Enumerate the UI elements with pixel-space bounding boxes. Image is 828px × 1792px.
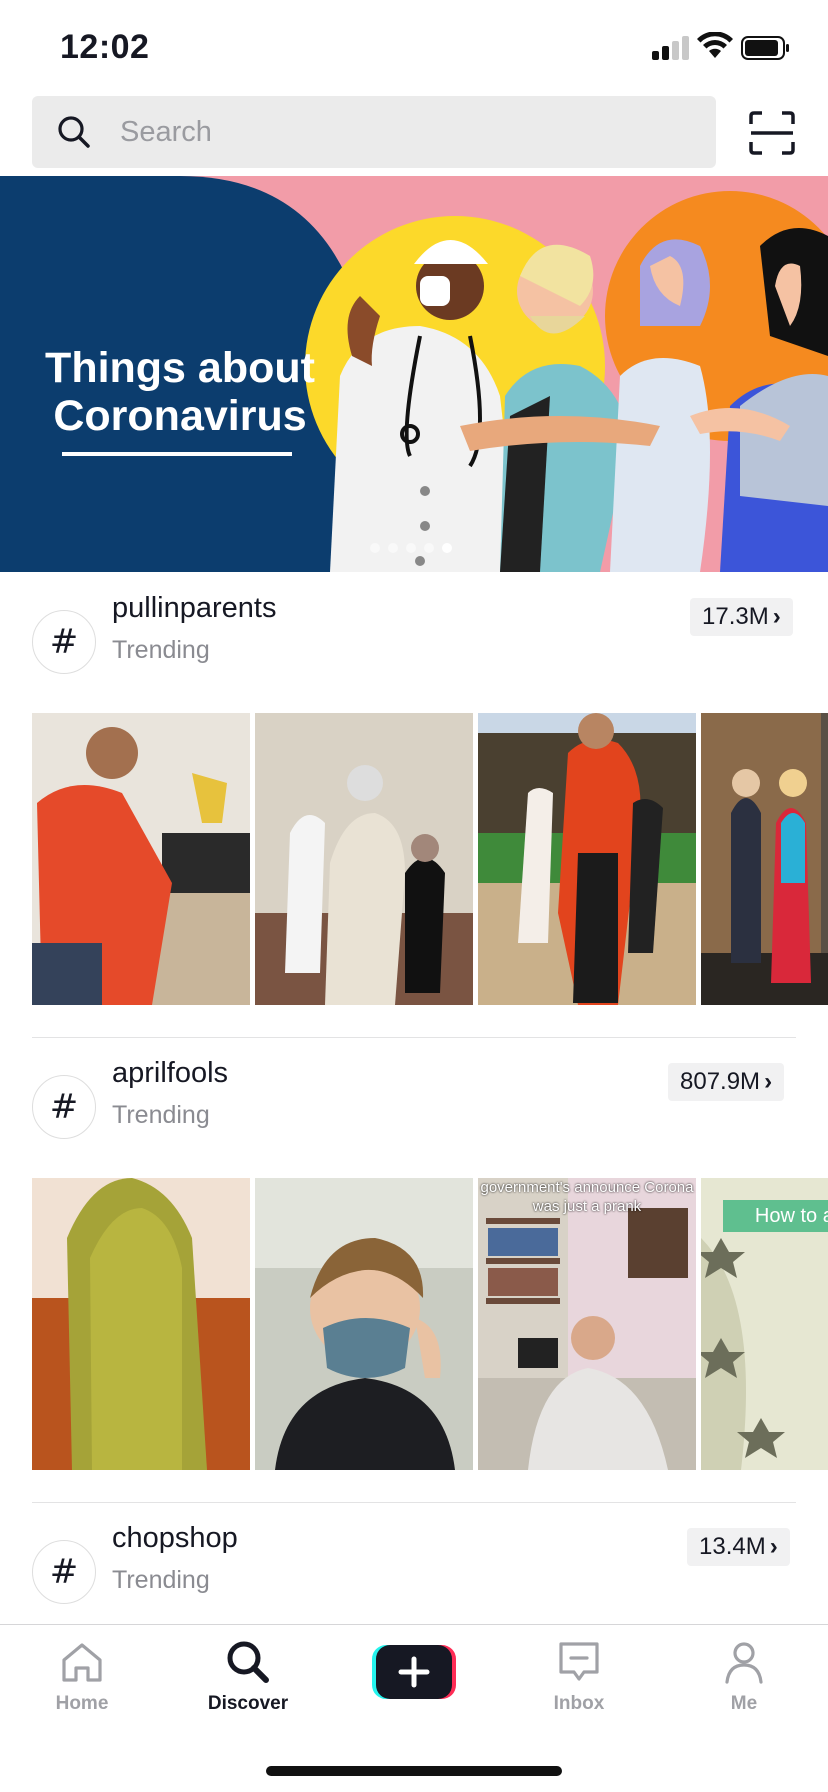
video-thumbnail[interactable] — [701, 713, 828, 1005]
video-thumbnail-image — [32, 1178, 250, 1470]
video-thumbnail-image — [478, 1178, 696, 1470]
video-thumbnail-image — [701, 713, 828, 1005]
hashtag-subtitle: Trending — [112, 636, 210, 664]
video-thumbnail-image — [32, 713, 250, 1005]
video-thumbnail-image — [478, 713, 696, 1005]
video-thumbnail[interactable]: government's announce Corona was just a … — [478, 1178, 696, 1470]
hashtag-name: pullinparents — [112, 592, 277, 624]
banner-title-line1: Things about — [45, 344, 315, 392]
view-count: 13.4M — [699, 1533, 766, 1560]
pagination-dot — [370, 543, 380, 553]
thumbnail-caption: government's announce Corona was just a … — [480, 1179, 694, 1215]
tab-me[interactable]: Me — [684, 1639, 804, 1729]
hashtag-header-chopshop[interactable]: # chopshop Trending 13.4M › — [0, 1504, 828, 1604]
hashtag-icon: # — [32, 610, 96, 674]
hashtag-icon: # — [32, 1540, 96, 1604]
video-thumbnail[interactable] — [255, 1178, 473, 1470]
tab-label: Home — [55, 1693, 109, 1714]
view-count-badge[interactable]: 807.9M › — [668, 1063, 785, 1101]
view-count-badge[interactable]: 17.3M › — [690, 598, 793, 636]
video-thumbnail[interactable] — [32, 1178, 250, 1470]
profile-icon — [725, 1642, 763, 1684]
view-count-badge[interactable]: 13.4M › — [687, 1528, 790, 1566]
banner-title: Things about Coronavirus — [30, 344, 330, 440]
video-thumbnail-image — [255, 1178, 473, 1470]
video-thumbnails-row — [32, 713, 828, 1005]
pagination-dot — [406, 543, 416, 553]
banner-pagination — [370, 543, 452, 555]
hashtag-name: aprilfools — [112, 1057, 229, 1089]
battery-icon — [741, 36, 789, 60]
hashtag-subtitle: Trending — [112, 1101, 210, 1129]
chevron-right-icon: › — [769, 1533, 778, 1560]
hashtag-subtitle: Trending — [112, 1566, 210, 1594]
home-indicator — [266, 1766, 562, 1776]
tab-label: Me — [730, 1693, 758, 1714]
status-bar: 12:02 — [0, 0, 828, 96]
home-icon — [62, 1643, 102, 1682]
chevron-right-icon: › — [764, 1068, 773, 1095]
hashtag-name: chopshop — [112, 1522, 238, 1554]
search-icon — [58, 116, 90, 148]
status-time: 12:02 — [60, 28, 150, 66]
video-thumbnail[interactable] — [32, 713, 250, 1005]
pagination-dot — [424, 543, 434, 553]
wifi-icon — [697, 32, 733, 58]
inbox-icon — [559, 1642, 599, 1681]
cellular-signal-icon — [652, 34, 690, 60]
search-box[interactable] — [32, 96, 716, 168]
create-video-button[interactable] — [372, 1645, 456, 1699]
pagination-dot-active — [442, 543, 452, 553]
banner-title-line2: Coronavirus — [53, 392, 307, 440]
hashtag-header-pullinparents[interactable]: # pullinparents Trending 17.3M › — [0, 574, 828, 674]
video-thumbnail[interactable] — [478, 713, 696, 1005]
video-thumbnails-row: government's announce Corona was just a … — [32, 1178, 828, 1470]
video-thumbnail[interactable] — [255, 713, 473, 1005]
section-divider — [32, 1037, 796, 1038]
view-count: 17.3M — [702, 603, 769, 630]
video-thumbnail[interactable]: How to as crush o — [701, 1178, 828, 1470]
hashtag-icon: # — [32, 1075, 96, 1139]
search-input[interactable] — [120, 96, 680, 168]
scan-qr-icon[interactable] — [748, 110, 796, 156]
tab-home[interactable]: Home — [22, 1639, 142, 1729]
banner-underline — [62, 452, 292, 456]
hashtag-header-aprilfools[interactable]: # aprilfools Trending 807.9M › — [0, 1039, 828, 1139]
section-divider — [32, 1502, 796, 1503]
view-count: 807.9M — [680, 1068, 761, 1095]
tab-label: Discover — [207, 1693, 289, 1714]
tab-inbox[interactable]: Inbox — [519, 1639, 639, 1729]
tab-label: Inbox — [553, 1693, 605, 1714]
tab-discover[interactable]: Discover — [188, 1639, 308, 1729]
discover-search-icon — [227, 1641, 269, 1683]
pagination-dot — [388, 543, 398, 553]
chevron-right-icon: › — [772, 603, 781, 630]
thumbnail-caption: How to as crush o — [723, 1200, 828, 1232]
video-thumbnail-image — [255, 713, 473, 1005]
coronavirus-banner[interactable]: Things about Coronavirus — [0, 176, 828, 572]
